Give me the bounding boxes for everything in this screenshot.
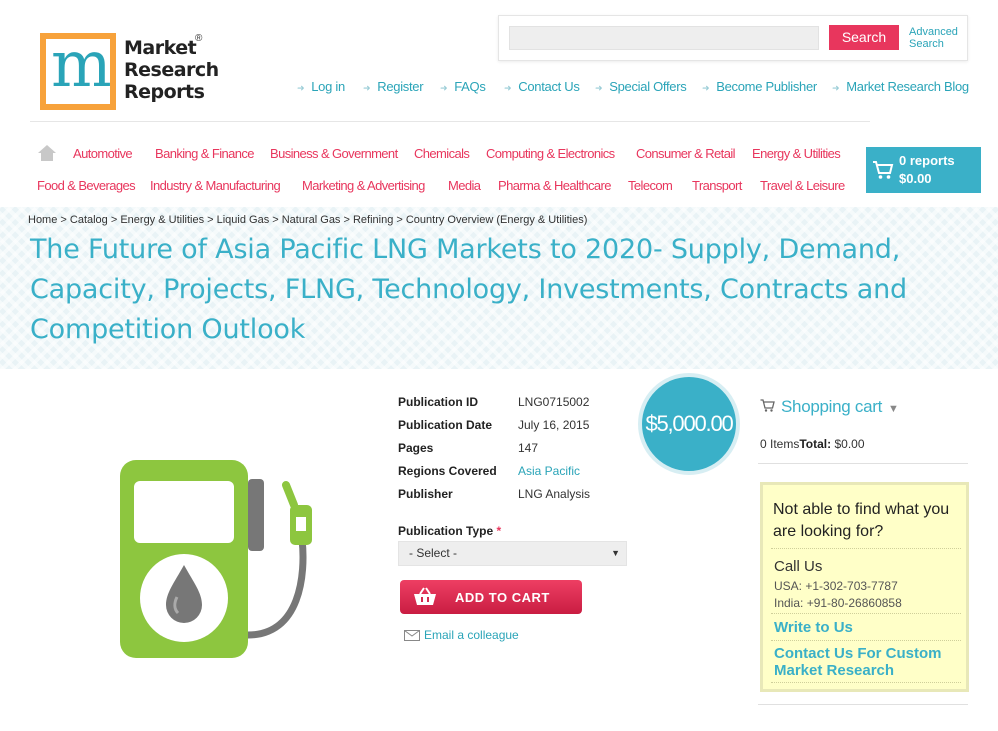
nav-travel-leisure[interactable]: Travel & Leisure [760, 178, 845, 193]
write-to-us-link[interactable]: Write to Us [774, 619, 964, 636]
nav-consumer-retail[interactable]: Consumer & Retail [636, 146, 736, 161]
register-link[interactable]: ➜ Register [363, 79, 424, 94]
breadcrumb[interactable]: Home > Catalog > Energy & Utilities > Li… [28, 214, 587, 226]
divider [758, 704, 968, 705]
nav-energy-utilities[interactable]: Energy & Utilities [752, 146, 841, 161]
nav-banking-finance[interactable]: Banking & Finance [155, 146, 255, 161]
registered-mark: ® [195, 33, 203, 44]
logo-text: Market Research Reports [124, 37, 219, 103]
contact-us-link[interactable]: ➜ Contact Us [504, 79, 580, 94]
arrow-icon: ➜ [595, 83, 603, 93]
fuel-pump-icon [120, 460, 312, 658]
email-colleague-link[interactable]: Email a colleague [404, 628, 519, 642]
price-badge: $5,000.00 [638, 373, 740, 475]
logo-mark: m [40, 33, 116, 110]
nav-food-beverages[interactable]: Food & Beverages [37, 178, 136, 193]
nav-industry-manufacturing[interactable]: Industry & Manufacturing [150, 178, 281, 193]
cart-icon [873, 161, 894, 179]
divider [771, 682, 961, 683]
header-cart[interactable]: 0 reports $0.00 [866, 147, 981, 193]
search-box: Search Advanced Search [498, 15, 968, 61]
arrow-icon: ➜ [702, 83, 710, 93]
divider [758, 463, 968, 464]
divider [771, 613, 961, 614]
search-button[interactable]: Search [829, 25, 899, 50]
publication-type-select[interactable]: - Select - ▼ [398, 541, 627, 566]
basket-icon [414, 587, 436, 605]
cart-report-count: 0 reports [899, 153, 955, 168]
usa-phone: USA: +1-302-703-7787 [774, 579, 898, 593]
call-us-heading: Call Us [774, 558, 823, 575]
site-logo[interactable]: m Market Research Reports ® [40, 33, 220, 113]
chevron-down-icon: ▼ [888, 403, 899, 415]
arrow-icon: ➜ [504, 83, 512, 93]
dropdown-arrow-icon: ▼ [611, 548, 620, 558]
publication-type-label: Publication Type * [398, 524, 502, 538]
divider [771, 640, 961, 641]
search-input[interactable] [509, 26, 819, 50]
arrow-icon: ➜ [363, 83, 371, 93]
nav-marketing-advertising[interactable]: Marketing & Advertising [302, 178, 425, 193]
help-question: Not able to find what you are looking fo… [773, 501, 950, 540]
become-publisher-link[interactable]: ➜ Become Publisher [702, 79, 817, 94]
nav-pharma-healthcare[interactable]: Pharma & Healthcare [498, 178, 611, 193]
nav-media[interactable]: Media [448, 178, 481, 193]
nav-computing-electronics[interactable]: Computing & Electronics [486, 146, 615, 161]
arrow-icon: ➜ [297, 83, 305, 93]
nav-telecom[interactable]: Telecom [628, 178, 673, 193]
shopping-cart-heading[interactable]: Shopping cart ▼ [760, 397, 899, 417]
arrow-icon: ➜ [832, 83, 840, 93]
nav-transport[interactable]: Transport [692, 178, 742, 193]
header-divider [30, 121, 870, 122]
nav-chemicals[interactable]: Chemicals [414, 146, 470, 161]
faqs-link[interactable]: ➜ FAQs [440, 79, 486, 94]
login-link[interactable]: ➜ Log in [297, 79, 345, 94]
cart-icon [760, 399, 775, 412]
home-icon[interactable] [37, 144, 57, 162]
help-box: Not able to find what you are looking fo… [760, 482, 969, 692]
envelope-icon [404, 630, 420, 641]
india-phone: India: +91-80-26860858 [774, 596, 902, 610]
cart-summary: 0 ItemsTotal: $0.00 [760, 437, 865, 451]
blog-link[interactable]: ➜ Market Research Blog [832, 79, 969, 94]
add-to-cart-button[interactable]: ADD TO CART [400, 580, 582, 614]
page-title: The Future of Asia Pacific LNG Markets t… [30, 234, 907, 345]
region-link[interactable]: Asia Pacific [518, 464, 580, 478]
divider [771, 548, 961, 549]
nav-automotive[interactable]: Automotive [73, 146, 133, 161]
special-offers-link[interactable]: ➜ Special Offers [595, 79, 687, 94]
custom-research-link[interactable]: Contact Us For Custom Market Research [774, 645, 964, 679]
nav-business-government[interactable]: Business & Government [270, 146, 398, 161]
advanced-search-link[interactable]: Advanced Search [909, 26, 958, 50]
arrow-icon: ➜ [440, 83, 448, 93]
cart-total: $0.00 [899, 171, 932, 186]
